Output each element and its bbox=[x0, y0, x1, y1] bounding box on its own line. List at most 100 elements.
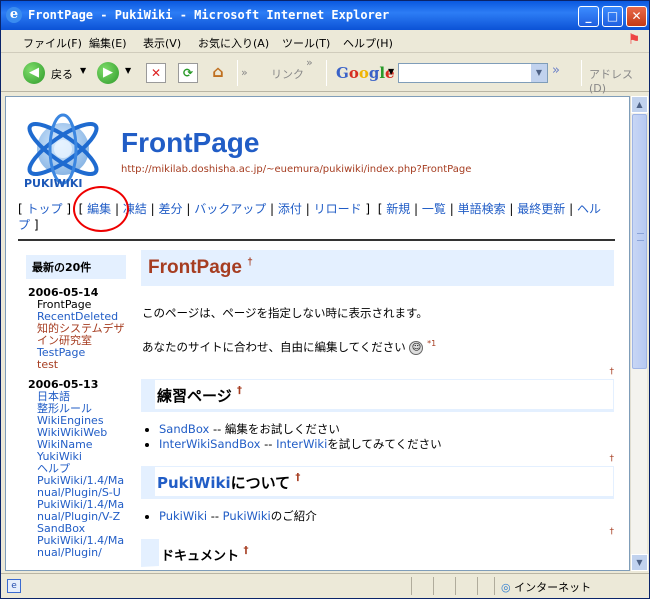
list-item: PukiWiki -- PukiWikiのご紹介 bbox=[159, 509, 614, 524]
menu-favorites[interactable]: お気に入り(A) bbox=[198, 35, 269, 51]
status-bar: e ◎ インターネット bbox=[1, 573, 649, 598]
google-logo[interactable]: Google bbox=[336, 64, 395, 82]
status-divider bbox=[455, 577, 456, 595]
menu-tools[interactable]: ツール(T) bbox=[282, 35, 330, 51]
interwikisandbox-link[interactable]: InterWikiSandBox bbox=[159, 437, 260, 451]
about-list: PukiWiki -- PukiWikiのご紹介 bbox=[159, 509, 614, 524]
forward-dropdown-icon[interactable]: ▼ bbox=[125, 66, 131, 75]
scroll-down-icon[interactable]: ▼ bbox=[631, 554, 648, 571]
menu-help[interactable]: ヘルプ(H) bbox=[343, 35, 393, 51]
nav-link-recent[interactable]: 最終更新 bbox=[517, 202, 565, 216]
vertical-scrollbar[interactable]: ▲ ▼ bbox=[630, 96, 648, 571]
section-docs-anchor[interactable]: † bbox=[244, 545, 249, 556]
minimize-button[interactable]: _ bbox=[578, 6, 599, 27]
list-separator: -- bbox=[260, 437, 277, 451]
page-viewport[interactable]: PUKIWIKI FrontPage http://mikilab.doshis… bbox=[5, 96, 630, 571]
address-label[interactable]: アドレス(D) bbox=[589, 66, 649, 95]
scroll-thumb[interactable] bbox=[632, 114, 647, 369]
nav-link-diff[interactable]: 差分 bbox=[159, 202, 183, 216]
search-dropdown-icon[interactable]: ▼ bbox=[531, 64, 547, 82]
home-icon[interactable]: ⌂ bbox=[208, 63, 228, 83]
back-label[interactable]: 戻る bbox=[51, 66, 73, 82]
status-divider bbox=[433, 577, 434, 595]
interwiki-link[interactable]: InterWiki bbox=[276, 437, 327, 451]
toolbar-separator bbox=[326, 60, 327, 86]
toolbar-separator bbox=[581, 60, 582, 86]
content-heading-text: FrontPage bbox=[148, 257, 242, 278]
chevron-icon[interactable]: » bbox=[241, 66, 248, 79]
recent-page-link[interactable]: PukiWiki/1.4/Manual/Plugin/S-U bbox=[37, 475, 126, 499]
logo-text: PUKIWIKI bbox=[24, 177, 82, 190]
content-heading: FrontPage † bbox=[141, 250, 614, 286]
pukiwiki-desc: のご紹介 bbox=[270, 509, 317, 523]
window-title: FrontPage - PukiWiki - Microsoft Interne… bbox=[28, 8, 390, 22]
list-item: InterWikiSandBox -- InterWikiを試してみてください bbox=[159, 437, 614, 452]
heading-anchor[interactable]: † bbox=[247, 257, 253, 268]
section-practice-anchor[interactable]: † bbox=[237, 385, 242, 396]
zone-indicator: ◎ インターネット bbox=[501, 579, 591, 595]
forward-arrow-icon[interactable]: ▶ bbox=[97, 62, 119, 84]
close-button[interactable]: ✕ bbox=[626, 6, 647, 27]
edit-paragraph: あなたのサイトに合わせ、自由に編集してください ☺ *1 bbox=[142, 339, 614, 355]
maximize-button[interactable]: □ bbox=[602, 6, 623, 27]
refresh-icon[interactable]: ⟳ bbox=[178, 63, 198, 83]
links-label[interactable]: リンク bbox=[271, 66, 304, 82]
stop-icon[interactable]: ✕ bbox=[146, 63, 166, 83]
recent-page-link[interactable]: PukiWiki/1.4/Manual/Plugin/ bbox=[37, 535, 126, 559]
top-anchor-link[interactable]: † bbox=[141, 454, 615, 464]
section-about-link[interactable]: PukiWiki bbox=[157, 474, 231, 492]
google-search-input[interactable]: ▼ bbox=[398, 63, 548, 83]
nav-link-new[interactable]: 新規 bbox=[386, 202, 410, 216]
section-docs-title: ドキュメント bbox=[161, 549, 240, 564]
scroll-up-icon[interactable]: ▲ bbox=[631, 96, 648, 113]
pukiwiki-link[interactable]: PukiWiki bbox=[159, 509, 207, 523]
ie-icon: e bbox=[6, 7, 22, 23]
sandbox-link[interactable]: SandBox bbox=[159, 422, 209, 436]
top-anchor-link[interactable]: † bbox=[141, 527, 615, 537]
page-status-icon: e bbox=[7, 579, 21, 593]
pukiwiki-link-2[interactable]: PukiWiki bbox=[223, 509, 271, 523]
header-divider bbox=[18, 239, 615, 241]
zone-label: インターネット bbox=[514, 581, 592, 594]
back-arrow-icon[interactable]: ◀ bbox=[23, 62, 45, 84]
globe-icon: ◎ bbox=[501, 581, 511, 594]
menu-view[interactable]: 表示(V) bbox=[143, 35, 181, 51]
section-about-anchor[interactable]: † bbox=[295, 472, 300, 483]
menu-bar: ファイル(F) 編集(E) 表示(V) お気に入り(A) ツール(T) ヘルプ(… bbox=[1, 31, 649, 53]
nav-link-top[interactable]: トップ bbox=[27, 202, 63, 216]
recent-page-link[interactable]: test bbox=[37, 359, 126, 371]
page-title[interactable]: FrontPage bbox=[121, 127, 259, 159]
page-url[interactable]: http://mikilab.doshisha.ac.jp/~euemura/p… bbox=[121, 164, 471, 175]
nav-link-backup[interactable]: バックアップ bbox=[194, 202, 266, 216]
recent-list: 2006-05-14 FrontPage RecentDeleted 知的システムデザ… bbox=[26, 286, 126, 559]
practice-list: SandBox -- 編集をお試しください InterWikiSandBox -… bbox=[159, 422, 614, 452]
back-dropdown-icon[interactable]: ▼ bbox=[80, 66, 86, 75]
recent-menu-title: 最新の20件 bbox=[26, 255, 126, 279]
google-dropdown-icon[interactable]: ▼ bbox=[388, 67, 394, 76]
nav-link-list[interactable]: 一覧 bbox=[422, 202, 446, 216]
title-bar[interactable]: e FrontPage - PukiWiki - Microsoft Inter… bbox=[1, 1, 649, 30]
top-anchor-link[interactable]: † bbox=[141, 367, 615, 377]
nav-link-attach[interactable]: 添付 bbox=[278, 202, 302, 216]
recent-page-link[interactable]: PukiWiki/1.4/Manual/Plugin/V-Z bbox=[37, 499, 126, 523]
menu-file[interactable]: ファイル(F) bbox=[23, 35, 82, 51]
grip-icon bbox=[637, 233, 644, 241]
pukiwiki-logo[interactable]: PUKIWIKI bbox=[18, 113, 108, 191]
nav-link-reload[interactable]: リロード bbox=[314, 202, 362, 216]
section-practice-title: 練習ページ bbox=[157, 387, 232, 405]
recent-page-link[interactable]: 知的システムデザイン研究室 bbox=[37, 323, 126, 347]
main-content: FrontPage † このページは、ページを指定しない時に表示されます。 あな… bbox=[141, 250, 614, 567]
nav-link-search[interactable]: 単語検索 bbox=[458, 202, 506, 216]
status-divider bbox=[477, 577, 478, 595]
smiley-icon: ☺ bbox=[409, 340, 424, 355]
links-chevron-icon[interactable]: » bbox=[306, 56, 313, 69]
footnote-link[interactable]: *1 bbox=[427, 339, 436, 348]
standard-toolbar: ◀ 戻る ▼ ▶ ▼ ✕ ⟳ ⌂ » リンク » Google ▼ ▼ » アド… bbox=[1, 54, 649, 95]
windows-logo-icon: ⚑ bbox=[627, 32, 641, 48]
list-item: SandBox -- 編集をお試しください bbox=[159, 422, 614, 437]
list-separator: -- bbox=[207, 509, 223, 523]
menu-edit[interactable]: 編集(E) bbox=[89, 35, 127, 51]
recent-menu: 最新の20件 2006-05-14 FrontPage RecentDeleted 知… bbox=[26, 255, 126, 559]
section-practice-heading: 練習ページ † bbox=[141, 379, 614, 412]
google-chevron-icon[interactable]: » bbox=[552, 63, 560, 78]
